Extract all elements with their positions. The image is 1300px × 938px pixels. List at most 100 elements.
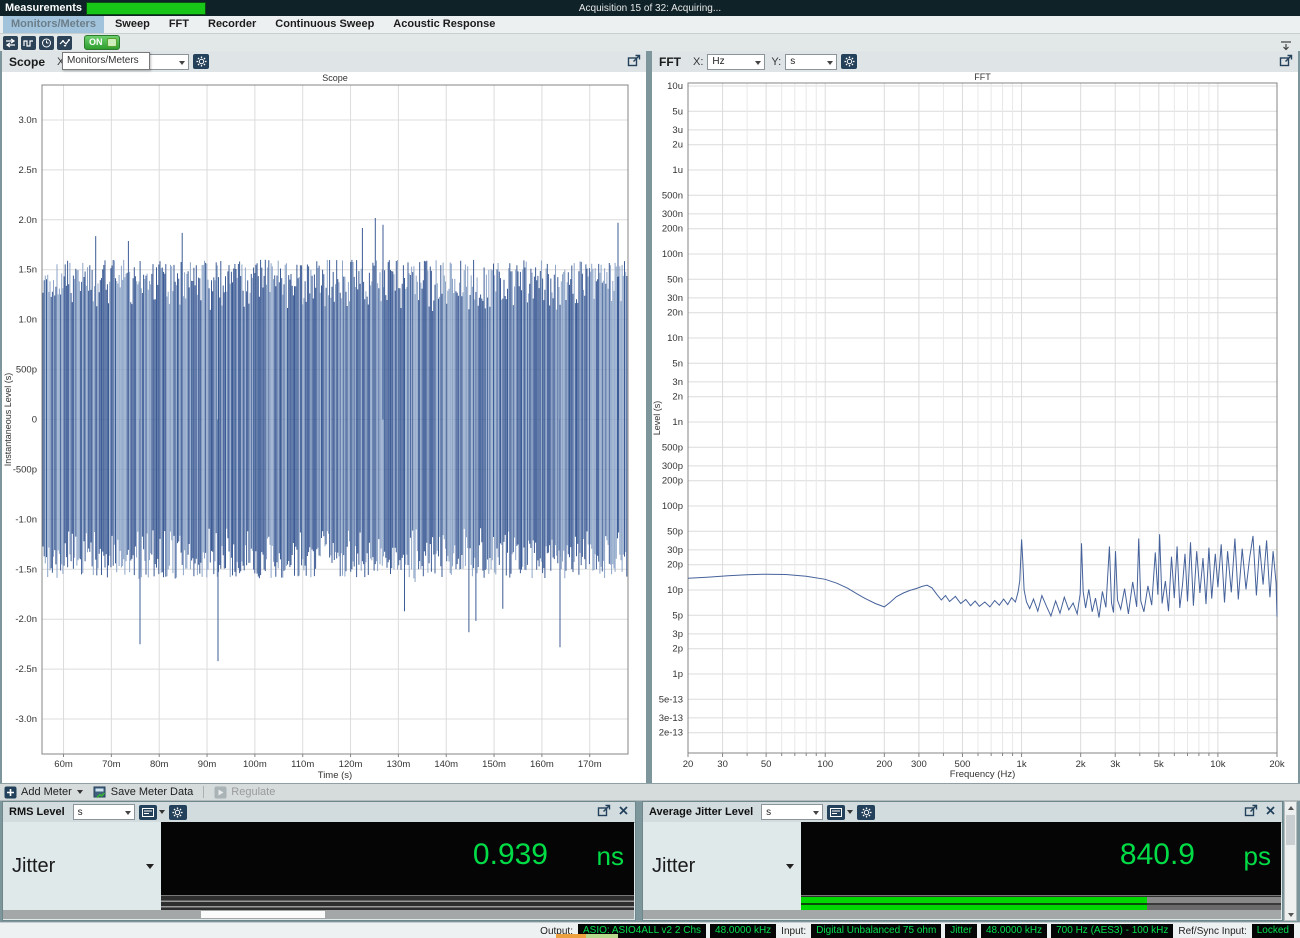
axis-tick-label: 50p — [667, 526, 683, 537]
meter-horizontal-scrollbar[interactable] — [3, 910, 634, 919]
regulate-button: Regulate — [214, 786, 275, 799]
meter-value: 0.939 — [473, 838, 548, 872]
fft-chart[interactable]: FFT10u5u3u2u1u500n300n200n100n50n30n20n1… — [652, 72, 1298, 783]
axis-tick-label: 100 — [817, 759, 833, 770]
axis-tick-label: 2p — [672, 644, 683, 655]
axis-tick-label: 3p — [672, 629, 683, 640]
axis-tick-label: 2.5n — [19, 165, 38, 176]
meter-expand-icon[interactable] — [1244, 804, 1258, 820]
meter-expand-icon[interactable] — [597, 804, 611, 820]
chevron-down-icon[interactable] — [847, 810, 853, 814]
save-meter-data-button[interactable]: Save Meter Data — [93, 786, 194, 799]
scope-panel: Scope X: Monitors/Meters Scope3.0n2.5n2.… — [2, 51, 646, 783]
axis-tick-label: 20k — [1269, 759, 1285, 770]
scope-chart[interactable]: Scope3.0n2.5n2.0n1.5n1.0n500p0-500p-1.0n… — [2, 72, 646, 783]
square-wave-icon[interactable] — [21, 36, 36, 50]
axis-tick-label: 3e-13 — [659, 713, 683, 724]
meter-header: RMS Levels — [3, 802, 635, 823]
meter-units-combo[interactable]: s — [761, 804, 823, 820]
fft-panel-title: FFT — [659, 55, 681, 69]
axis-tick-label: -500p — [13, 464, 37, 475]
monitor-signal-icon[interactable] — [57, 36, 72, 50]
meter-channel-selector[interactable]: Jitter — [3, 822, 161, 910]
meter-title: Average Jitter Level — [649, 806, 753, 818]
axis-tick-label: 60m — [54, 759, 73, 770]
scroll-up-arrow-icon[interactable] — [1285, 802, 1296, 813]
axis-tick-label: -1.5n — [15, 564, 37, 575]
axis-tick-label: 2e-13 — [659, 728, 683, 739]
meter-unit: ps — [1244, 841, 1271, 872]
axis-tick-label: 200p — [662, 476, 683, 487]
axis-tick-label: 200 — [876, 759, 892, 770]
tab-fft[interactable]: FFT — [161, 16, 197, 33]
on-toggle-label: ON — [85, 36, 103, 49]
axis-tick-label: 10k — [1210, 759, 1226, 770]
axis-tick-label: 20 — [683, 759, 694, 770]
axis-tick-label: 10p — [667, 585, 683, 596]
axis-tick-label: 2.0n — [19, 215, 38, 226]
axis-tick-label: 5e-13 — [659, 694, 683, 705]
chevron-down-icon — [125, 811, 131, 815]
axis-tick-label: Scope — [322, 73, 348, 83]
scope-combo-tooltip: Monitors/Meters — [62, 52, 150, 70]
chevron-down-icon — [755, 61, 761, 65]
monitor-on-toggle[interactable]: ON — [84, 35, 120, 50]
axis-tick-label: 1k — [1017, 759, 1027, 770]
clock-icon[interactable] — [39, 36, 54, 50]
meter-units-combo[interactable]: s — [73, 804, 135, 820]
scrollbar-thumb[interactable] — [201, 911, 325, 918]
fft-settings-gear-icon[interactable] — [841, 54, 857, 69]
axis-tick-label: 5k — [1154, 759, 1164, 770]
axis-tick-label: 130m — [387, 759, 411, 770]
input-badge-2: 48.0000 kHz — [981, 924, 1047, 938]
axis-tick-label: 30n — [667, 293, 683, 304]
chevron-down-icon — [146, 864, 154, 869]
fft-x-units-combo[interactable]: Hz — [707, 54, 765, 70]
meter-display-type-icon[interactable] — [827, 805, 845, 820]
scope-panel-header: Scope X: Monitors/Meters — [2, 51, 646, 73]
scope-settings-gear-icon[interactable] — [193, 54, 209, 69]
tab-acoustic-response[interactable]: Acoustic Response — [385, 16, 503, 33]
toolbar-separator — [203, 786, 204, 798]
meter-channel-label: Jitter — [652, 855, 695, 878]
ref-sync-input-label: Ref/Sync Input: — [1178, 926, 1246, 937]
fft-y-units-combo[interactable]: s — [785, 54, 837, 70]
meter-header: Average Jitter Level s — [643, 802, 1282, 823]
axis-tick-label: Level (s) — [652, 401, 662, 436]
scrollbar-thumb[interactable] — [1286, 815, 1295, 845]
generator-io-icon[interactable] — [3, 36, 18, 50]
axis-tick-label: 30p — [667, 545, 683, 556]
axis-tick-label: 500n — [662, 190, 683, 201]
tab-recorder[interactable]: Recorder — [200, 16, 264, 33]
meter-settings-gear-icon[interactable] — [857, 805, 875, 820]
tab-monitors-meters[interactable]: Monitors/Meters — [3, 16, 104, 33]
meter-unit: ns — [597, 841, 624, 872]
axis-tick-label: 120m — [339, 759, 363, 770]
axis-tick-label: 100m — [243, 759, 267, 770]
charts-region: Scope X: Monitors/Meters Scope3.0n2.5n2.… — [0, 51, 1300, 783]
axis-tick-label: 1u — [672, 165, 683, 176]
meter-horizontal-scrollbar[interactable] — [643, 910, 1281, 919]
meter-channel-selector[interactable]: Jitter — [643, 822, 801, 910]
chevron-down-icon[interactable] — [159, 810, 165, 814]
meters-vertical-scrollbar[interactable] — [1284, 801, 1297, 921]
add-meter-button[interactable]: Add Meter — [4, 786, 83, 799]
fft-expand-icon[interactable] — [1279, 54, 1293, 70]
meter-value: 840.9 — [1120, 838, 1195, 872]
axis-tick-label: 140m — [434, 759, 458, 770]
scope-expand-icon[interactable] — [627, 54, 641, 70]
meter-close-icon[interactable] — [618, 805, 629, 819]
meter-settings-gear-icon[interactable] — [169, 805, 187, 820]
axis-tick-label: 2n — [672, 392, 683, 403]
axis-tick-label: 0 — [32, 415, 37, 426]
scroll-down-arrow-icon[interactable] — [1285, 909, 1296, 920]
main-toolbar: ON — [0, 34, 1300, 51]
axis-tick-label: 1p — [672, 669, 683, 680]
status-bar: Output:ASIO: ASIO4ALL v2 2 Chs48.0000 kH… — [0, 922, 1300, 938]
chevron-down-icon — [813, 811, 819, 815]
meter-display: 0.939 ns — [161, 822, 634, 895]
tab-continuous-sweep[interactable]: Continuous Sweep — [267, 16, 382, 33]
tab-sweep[interactable]: Sweep — [107, 16, 158, 33]
meter-close-icon[interactable] — [1265, 805, 1276, 819]
meter-display-type-icon[interactable] — [139, 805, 157, 820]
